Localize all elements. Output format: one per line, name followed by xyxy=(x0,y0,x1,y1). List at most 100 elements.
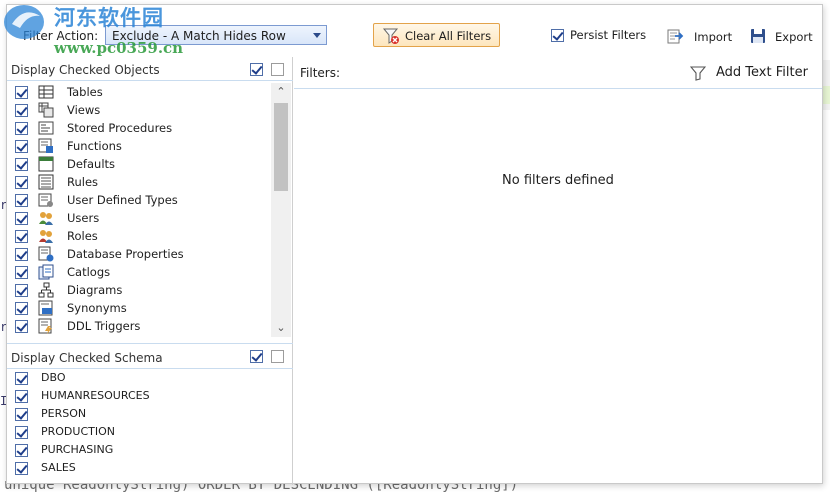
item-label: PURCHASING xyxy=(41,443,114,456)
clear-all-filters-button[interactable]: Clear All Filters xyxy=(373,23,500,47)
list-item-functions[interactable]: Functions xyxy=(7,137,271,155)
list-item-users[interactable]: Users xyxy=(7,209,271,227)
schema-section-title: Display Checked Schema xyxy=(11,351,163,365)
list-item-schema[interactable]: PRODUCTION xyxy=(7,423,293,441)
list-item-user-defined-types[interactable]: User Defined Types xyxy=(7,191,271,209)
schema-list: DBO HUMANRESOURCES PERSON PRODUCTION PUR… xyxy=(7,369,293,485)
save-disk-icon xyxy=(751,29,765,43)
empty-filters-message: No filters defined xyxy=(502,173,614,188)
list-item-stored-procedures[interactable]: Stored Procedures xyxy=(7,119,271,137)
objects-scrollbar[interactable]: ⌃ ⌄ xyxy=(271,83,291,337)
uncheck-all-schemas-checkbox[interactable] xyxy=(271,350,284,363)
item-checkbox[interactable] xyxy=(15,302,28,315)
list-item-schema[interactable]: PURCHASING xyxy=(7,441,293,459)
objects-section-title: Display Checked Objects xyxy=(11,63,160,77)
filter-action-dropdown[interactable]: Exclude - A Match Hides Row xyxy=(105,25,327,45)
filter-action-value: Exclude - A Match Hides Row xyxy=(112,29,286,43)
rule-icon xyxy=(38,174,54,190)
import-button[interactable]: Import xyxy=(664,25,736,47)
list-item-views[interactable]: Views xyxy=(7,101,271,119)
check-all-objects-checkbox[interactable] xyxy=(250,63,263,76)
list-item-schema[interactable]: PERSON xyxy=(7,405,293,423)
item-label: SALES xyxy=(41,461,76,474)
clear-filter-icon xyxy=(382,28,399,44)
filters-header: Filters: Add Text Filter xyxy=(294,57,822,89)
roles-icon xyxy=(39,230,53,243)
function-icon xyxy=(38,138,53,153)
item-checkbox[interactable] xyxy=(15,194,28,207)
list-item-rules[interactable]: Rules xyxy=(7,173,271,191)
item-label: Roles xyxy=(67,229,98,243)
left-pane: Display Checked Objects Tables Views Sto… xyxy=(7,57,293,485)
list-item-ddl-triggers[interactable]: DDL Triggers xyxy=(7,317,271,335)
import-icon xyxy=(667,29,684,44)
list-item-schema[interactable]: DBO xyxy=(7,369,293,387)
item-label: Catlogs xyxy=(67,265,111,279)
list-item-diagrams[interactable]: Diagrams xyxy=(7,281,271,299)
item-checkbox[interactable] xyxy=(15,390,28,403)
item-checkbox[interactable] xyxy=(15,462,28,475)
users-icon xyxy=(39,212,53,225)
user-defined-type-icon xyxy=(38,193,53,207)
chevron-down-icon[interactable]: ⌄ xyxy=(271,319,291,337)
item-checkbox[interactable] xyxy=(15,408,28,421)
filter-panel: Filter Action: Exclude - A Match Hides R… xyxy=(6,4,823,485)
persist-filters-label: Persist Filters xyxy=(570,28,647,42)
list-item-synonyms[interactable]: Synonyms xyxy=(7,299,271,317)
objects-section-header: Display Checked Objects xyxy=(7,57,293,81)
import-label: Import xyxy=(694,30,733,44)
item-label: Diagrams xyxy=(67,283,123,297)
item-label: Functions xyxy=(67,139,122,153)
item-label: Synonyms xyxy=(67,301,127,315)
item-checkbox[interactable] xyxy=(15,266,28,279)
item-label: Tables xyxy=(67,85,103,99)
item-label: Rules xyxy=(67,175,99,189)
persist-filters-toggle[interactable]: Persist Filters xyxy=(551,28,646,42)
filters-pane: Filters: Add Text Filter No filters defi… xyxy=(294,57,822,485)
item-label: DBO xyxy=(41,371,66,384)
item-checkbox[interactable] xyxy=(15,176,28,189)
filter-toolbar: Filter Action: Exclude - A Match Hides R… xyxy=(7,5,822,55)
chevron-up-icon[interactable]: ⌃ xyxy=(271,83,291,101)
export-label: Export xyxy=(775,30,813,44)
export-button[interactable]: Export xyxy=(747,25,817,47)
list-item-database-properties[interactable]: Database Properties xyxy=(7,245,271,263)
uncheck-all-objects-checkbox[interactable] xyxy=(271,63,284,76)
item-checkbox[interactable] xyxy=(15,122,28,135)
item-checkbox[interactable] xyxy=(15,284,28,297)
ddl-trigger-icon xyxy=(38,318,52,334)
item-label: PRODUCTION xyxy=(41,425,115,438)
item-checkbox[interactable] xyxy=(15,104,28,117)
item-checkbox[interactable] xyxy=(15,212,28,225)
list-item-defaults[interactable]: Defaults xyxy=(7,155,271,173)
item-checkbox[interactable] xyxy=(15,444,28,457)
persist-filters-checkbox[interactable] xyxy=(551,28,564,42)
item-label: Database Properties xyxy=(67,247,184,261)
list-item-catlogs[interactable]: Catlogs xyxy=(7,263,271,281)
item-checkbox[interactable] xyxy=(15,86,28,99)
item-label: Users xyxy=(67,211,100,225)
item-label: Defaults xyxy=(67,157,116,171)
database-properties-icon xyxy=(38,246,54,262)
list-item-schema[interactable]: HUMANRESOURCES xyxy=(7,387,293,405)
scrollbar-thumb[interactable] xyxy=(274,103,288,191)
item-checkbox[interactable] xyxy=(15,140,28,153)
list-item-roles[interactable]: Roles xyxy=(7,227,271,245)
diagram-icon xyxy=(38,282,54,298)
add-text-filter-button[interactable]: Add Text Filter xyxy=(690,63,814,83)
item-label: PERSON xyxy=(41,407,87,420)
check-all-schemas-checkbox[interactable] xyxy=(250,350,263,363)
item-checkbox[interactable] xyxy=(15,248,28,261)
item-checkbox[interactable] xyxy=(15,426,28,439)
background-editor-edge xyxy=(822,60,830,110)
list-item-schema[interactable]: SALES xyxy=(7,459,293,477)
clear-all-filters-label: Clear All Filters xyxy=(405,29,492,43)
add-text-filter-label: Add Text Filter xyxy=(716,65,808,80)
item-checkbox[interactable] xyxy=(15,230,28,243)
stored-procedure-icon xyxy=(38,121,54,135)
item-checkbox[interactable] xyxy=(15,158,28,171)
item-checkbox[interactable] xyxy=(15,372,28,385)
filter-action-label: Filter Action: xyxy=(23,29,99,43)
list-item-tables[interactable]: Tables xyxy=(7,83,271,101)
item-checkbox[interactable] xyxy=(15,320,28,333)
